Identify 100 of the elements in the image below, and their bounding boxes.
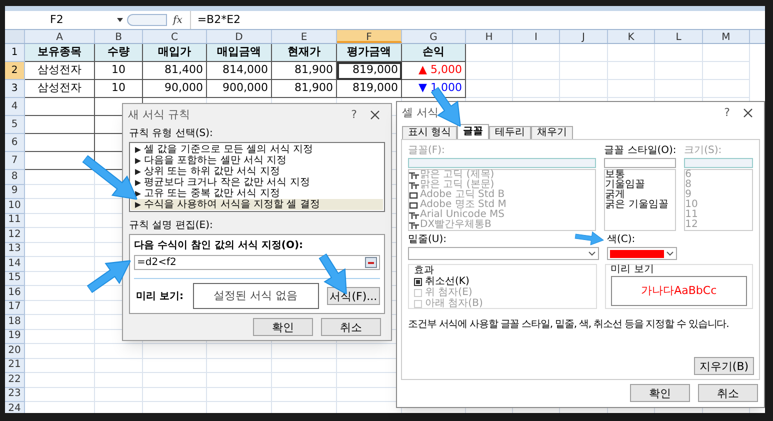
row-header[interactable]: 21 (5, 358, 25, 373)
column-header[interactable]: M (703, 30, 750, 43)
column-header[interactable]: F (337, 30, 402, 43)
function-icon[interactable]: fx (173, 12, 182, 28)
range-picker-icon[interactable] (365, 257, 377, 268)
empty-cell (560, 80, 608, 98)
column-header[interactable]: B (95, 30, 143, 43)
row-header[interactable]: 1 (5, 44, 25, 62)
row-header[interactable]: 20 (5, 344, 25, 358)
format-button[interactable]: 서식(F)... (326, 287, 380, 305)
row-header[interactable]: 18 (5, 315, 25, 330)
dropdown-icon[interactable] (117, 18, 123, 22)
style-item[interactable]: 기울임꼴 (605, 180, 676, 190)
row-header[interactable]: 3 (5, 80, 25, 98)
group-label: 효과 (414, 266, 435, 276)
row-header[interactable]: 2 (5, 62, 25, 80)
font-preview-box: 가나다AaBbCc (610, 276, 747, 306)
rule-type-item[interactable]: 다음을 포함하는 셀만 서식 지정 (131, 155, 383, 166)
empty-cell (207, 373, 272, 388)
row-header[interactable]: 19 (5, 330, 25, 344)
table-cell: 삼성전자 (25, 62, 95, 80)
table-cell: 900,000 (207, 80, 272, 98)
ok-button[interactable]: 확인 (630, 384, 690, 402)
empty-cell (207, 358, 272, 373)
style-item[interactable]: 굵은 기울임꼴 (605, 200, 676, 210)
cancel-button[interactable]: 취소 (698, 384, 758, 402)
style-item[interactable]: 보통 (605, 170, 676, 180)
empty-cell (466, 80, 513, 98)
column-header[interactable]: C (143, 30, 207, 43)
size-field[interactable] (684, 158, 753, 168)
empty-cell (143, 388, 207, 402)
tab[interactable]: 테두리 (489, 126, 532, 139)
dialog-title: 새 서식 규칙 (128, 106, 191, 123)
row-header[interactable]: 11 (5, 214, 25, 228)
row-header[interactable]: 17 (5, 300, 25, 315)
column-header[interactable]: A (25, 30, 95, 43)
row-header[interactable]: 7 (5, 152, 25, 170)
style-list[interactable]: 보통 기울임꼴 굵게 굵은 기울임꼴 (604, 169, 676, 231)
column-header[interactable]: L (655, 30, 703, 43)
color-label: 색(C): (607, 233, 636, 247)
row-header[interactable]: 4 (5, 98, 25, 116)
underline-dropdown[interactable] (408, 247, 599, 260)
rule-type-item[interactable]: 수식을 사용하여 서식을 지정할 셀 결정 (131, 199, 383, 210)
empty-cell (143, 358, 207, 373)
row-header[interactable]: 22 (5, 373, 25, 388)
rule-type-list[interactable]: 셀 값을 기준으로 모든 셀의 서식 지정 다음을 포함하는 셀만 서식 지정 상위 또는 하위 값만 서식 지정 평균보다 크거나 작은 값만 서식 지정 고유 또는 중복 값만 서식 지정 수식을 사용하여 서식을 지정할 셀 결정 (129, 142, 385, 212)
formula-bar[interactable]: =B2*E2 (190, 11, 765, 29)
column-header[interactable]: G (402, 30, 466, 43)
row-header[interactable]: 23 (5, 388, 25, 402)
column-header[interactable]: D (207, 30, 272, 43)
style-item[interactable]: 굵게 (605, 190, 676, 200)
rule-type-item[interactable]: 상위 또는 하위 값만 서식 지정 (131, 166, 383, 177)
row-header[interactable]: 8 (5, 170, 25, 184)
row-header[interactable]: 6 (5, 134, 25, 152)
close-icon[interactable] (743, 108, 753, 118)
tab[interactable]: 표시 형식 (402, 126, 458, 139)
row-header[interactable]: 10 (5, 199, 25, 214)
underline-label: 밑줄(U): (408, 233, 446, 247)
help-button[interactable]: ? (717, 104, 737, 122)
tab[interactable]: 채우기 (531, 126, 574, 139)
row-header[interactable]: 5 (5, 116, 25, 134)
empty-cell (272, 388, 337, 402)
table-cell: 819,000 (337, 80, 402, 98)
column-header[interactable]: I (513, 30, 560, 43)
row-header[interactable]: 16 (5, 286, 25, 300)
color-dropdown[interactable] (607, 247, 677, 260)
row-header[interactable]: 9 (5, 184, 25, 199)
empty-cell (272, 358, 337, 373)
row-header[interactable]: 13 (5, 242, 25, 257)
rule-type-item[interactable]: 셀 값을 기준으로 모든 셀의 서식 지정 (131, 144, 383, 155)
close-icon[interactable] (370, 110, 380, 120)
row-header[interactable]: 24 (5, 402, 25, 413)
table-cell: 현재가 (272, 44, 337, 62)
cancel-button[interactable]: 취소 (321, 318, 381, 336)
column-header[interactable]: K (608, 30, 655, 43)
formula-label: 다음 수식이 참인 값의 서식 지정(O): (134, 239, 304, 253)
table-cell: 814,000 (207, 62, 272, 80)
clear-button[interactable]: 지우기(B) (694, 357, 754, 375)
table-cell: 수량 (95, 44, 143, 62)
empty-cell (143, 344, 207, 358)
font-name-field[interactable] (408, 158, 596, 168)
ok-button[interactable]: 확인 (253, 318, 313, 336)
checkbox[interactable] (414, 278, 422, 286)
tab[interactable]: 글꼴 (457, 124, 490, 139)
row-header[interactable]: 15 (5, 272, 25, 286)
table-cell: 10 (95, 62, 143, 80)
empty-cell (703, 80, 750, 98)
select-all-corner[interactable] (5, 30, 25, 43)
empty-cell (608, 80, 655, 98)
empty-cell (560, 62, 608, 80)
column-header[interactable]: J (560, 30, 608, 43)
column-header[interactable]: H (466, 30, 513, 43)
style-field[interactable] (604, 158, 676, 168)
rule-type-item[interactable]: 평균보다 크거나 작은 값만 서식 지정 (131, 177, 383, 188)
formula-field[interactable]: =d2<f2 (134, 255, 380, 270)
table-cell: 매입금액 (207, 44, 272, 62)
help-button[interactable]: ? (344, 106, 364, 124)
row-header[interactable]: 14 (5, 257, 25, 272)
section-label: 규칙 설명 편집(E): (129, 219, 214, 233)
row-header[interactable]: 12 (5, 228, 25, 242)
